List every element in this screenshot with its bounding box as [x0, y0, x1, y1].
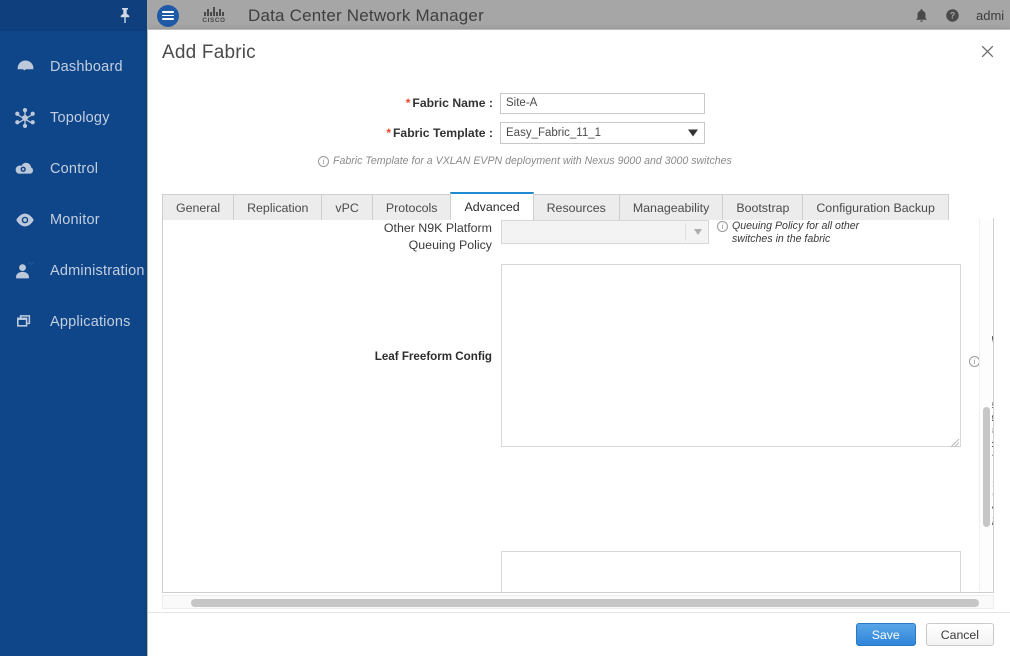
advanced-tab-content: Queuing Policy Other N9K Platform Queuin…: [163, 218, 993, 592]
user-gear-icon: [10, 258, 40, 284]
sidebar-pin-row: [0, 0, 147, 31]
tab-manageability[interactable]: Manageability: [618, 194, 724, 220]
fabric-template-help: i Fabric Template for a VXLAN EVPN deplo…: [318, 155, 1010, 167]
hamburger-icon[interactable]: [157, 4, 179, 27]
tab-resources[interactable]: Resources: [532, 194, 620, 220]
spine-freeform-config-row: Spine Freeform Config i Note ! All confi…: [163, 551, 993, 592]
advanced-tab-panel: Queuing Policy Other N9K Platform Queuin…: [162, 218, 994, 593]
panel-vertical-scrollbar[interactable]: [979, 219, 992, 591]
tab-advanced[interactable]: Advanced: [450, 192, 534, 220]
cloud-icon: [10, 156, 40, 182]
fabric-name-label-text: Fabric Name :: [412, 96, 493, 110]
close-icon[interactable]: [974, 38, 1000, 64]
save-button[interactable]: Save: [855, 623, 916, 646]
spine-freeform-config-label: Spine Freeform Config: [163, 551, 501, 592]
user-menu-label[interactable]: admi: [976, 8, 1006, 23]
chevron-down-icon: [688, 129, 698, 137]
info-circle-icon: i: [717, 221, 728, 232]
other-n9k-queuing-policy-label-line1: Other N9K Platform: [383, 221, 492, 235]
other-n9k-queuing-policy-label-line2: Queuing Policy: [408, 238, 492, 252]
sidebar-item-dashboard[interactable]: Dashboard: [0, 42, 147, 92]
cisco-logo: CISCO: [193, 7, 235, 24]
cisco-wordmark: CISCO: [202, 17, 226, 24]
select-separator: [685, 223, 686, 241]
sidebar-item-applications[interactable]: Applications: [0, 297, 147, 347]
panel-horizontal-scroll-thumb[interactable]: [191, 599, 979, 607]
leaf-freeform-config-control: [501, 264, 961, 448]
svg-text:?: ?: [950, 11, 955, 21]
fabric-name-row: * Fabric Name :: [148, 88, 1010, 118]
top-app-bar: CISCO Data Center Network Manager ? admi: [147, 0, 1010, 31]
sidebar-nav: Dashboard Topology Control Monitor Admin…: [0, 0, 147, 656]
fabric-template-label: * Fabric Template :: [148, 126, 500, 140]
fabric-settings-tabs: General Replication vPC Protocols Advanc…: [162, 192, 949, 220]
topology-hub-icon: [10, 105, 40, 131]
fabric-template-help-text: Fabric Template for a VXLAN EVPN deploym…: [333, 155, 732, 167]
leaf-freeform-config-textarea[interactable]: [501, 264, 961, 447]
cancel-button[interactable]: Cancel: [925, 623, 994, 646]
fabric-template-label-text: Fabric Template :: [392, 126, 493, 140]
fabric-template-select[interactable]: Easy_Fabric_11_1: [500, 122, 705, 144]
cisco-bridge-mark: [203, 7, 225, 16]
tab-vpc[interactable]: vPC: [321, 194, 373, 220]
tab-general[interactable]: General: [162, 194, 235, 220]
bell-icon[interactable]: [914, 8, 929, 23]
other-n9k-queuing-policy-hint: i Queuing Policy for all other switches …: [717, 220, 869, 245]
required-marker: *: [405, 96, 411, 110]
sidebar-item-label: Administration: [50, 262, 145, 279]
panel-horizontal-scrollbar[interactable]: [162, 595, 994, 609]
tab-protocols[interactable]: Protocols: [371, 194, 452, 220]
dialog-footer: Save Cancel: [148, 612, 1010, 656]
add-fabric-dialog: Add Fabric *Fabric Name : *Fabric Templa…: [147, 29, 1010, 656]
other-n9k-queuing-policy-control: [501, 220, 709, 244]
sidebar-item-administration[interactable]: Administration: [0, 246, 147, 296]
gauge-icon: [10, 54, 40, 80]
sidebar-item-monitor[interactable]: Monitor: [0, 195, 147, 245]
sidebar-item-label: Control: [50, 160, 99, 177]
chevron-down-icon: [694, 229, 702, 235]
topbar-actions: ? admi: [914, 8, 1010, 23]
sidebar-item-label: Applications: [50, 313, 131, 330]
eye-icon: [10, 207, 40, 233]
tab-bootstrap[interactable]: Bootstrap: [722, 194, 804, 220]
spine-freeform-config-textarea[interactable]: [501, 551, 961, 592]
advanced-tab-scroll-area: Queuing Policy Other N9K Platform Queuin…: [163, 218, 993, 592]
required-fields-group: *Fabric Name : *Fabric Template : Easy_F…: [148, 88, 1010, 167]
sidebar-item-label: Topology: [50, 109, 110, 126]
dialog-header: Add Fabric: [148, 30, 1010, 78]
required-marker: *: [386, 126, 391, 140]
fabric-template-row: * Fabric Template : Easy_Fabric_11_1: [148, 118, 1010, 148]
fabric-template-value: Easy_Fabric_11_1: [506, 127, 602, 139]
page-title: Data Center Network Manager: [248, 5, 484, 25]
tab-replication[interactable]: Replication: [233, 194, 323, 220]
hamburger-bars: [162, 11, 174, 20]
leaf-freeform-config-label: Leaf Freeform Config: [374, 350, 492, 363]
leaf-freeform-config-row: Leaf Freeform Config i Note ! All config…: [163, 264, 993, 542]
sidebar-item-label: Monitor: [50, 211, 100, 228]
other-n9k-queuing-policy-row: Other N9K Platform Queuing Policy i Queu…: [163, 220, 993, 254]
other-n9k-queuing-policy-label: Other N9K Platform Queuing Policy: [163, 220, 501, 254]
info-circle-icon: i: [318, 156, 329, 167]
panel-vertical-scroll-thumb[interactable]: [983, 407, 990, 527]
sidebar-item-label: Dashboard: [50, 58, 123, 75]
help-circle-icon[interactable]: ?: [945, 8, 960, 23]
pin-icon[interactable]: [117, 7, 133, 24]
sidebar-item-control[interactable]: Control: [0, 144, 147, 194]
tab-configuration-backup[interactable]: Configuration Backup: [802, 194, 949, 220]
sidebar-item-topology[interactable]: Topology: [0, 93, 147, 143]
fabric-name-input[interactable]: [500, 92, 705, 114]
spine-freeform-config-control: [501, 551, 961, 592]
dialog-title: Add Fabric: [162, 42, 256, 63]
fabric-name-label: * Fabric Name :: [148, 96, 500, 110]
apps-windows-icon: [10, 309, 40, 335]
other-n9k-queuing-policy-select[interactable]: [501, 220, 709, 244]
other-n9k-queuing-policy-hint-text: Queuing Policy for all other switches in…: [732, 220, 860, 245]
